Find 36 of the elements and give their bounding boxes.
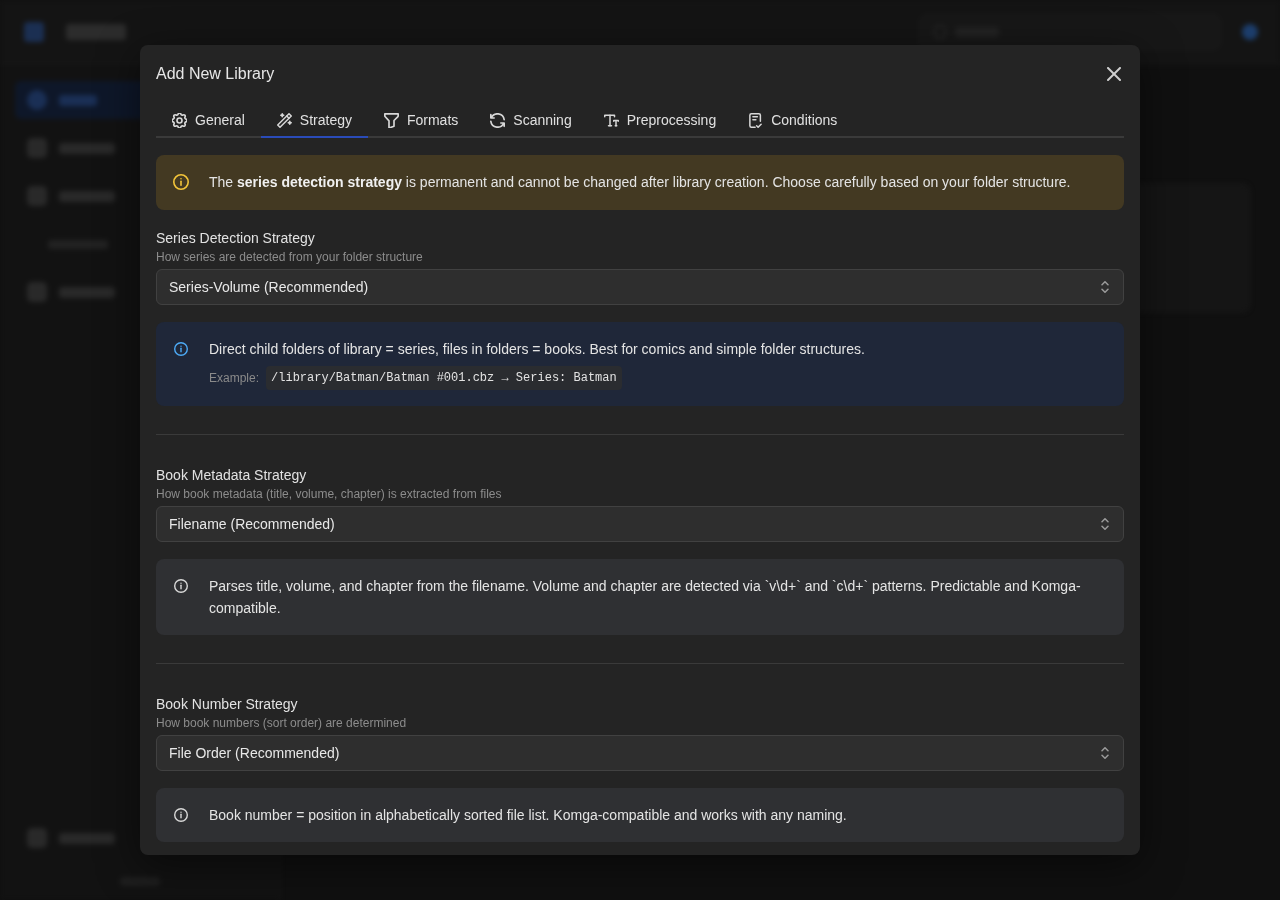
up-down-chevron-icon: [1101, 747, 1109, 759]
field-description: How series are detected from your folder structure: [156, 249, 424, 265]
refresh-icon: [490, 112, 506, 128]
info-icon: [174, 579, 188, 593]
document-check-icon: [748, 112, 764, 128]
tab[interactable]: General: [156, 103, 261, 138]
info-icon: [173, 174, 189, 190]
select-field[interactable]: Series-Volume (Recommended): [156, 269, 1124, 305]
up-down-chevron-icon: [1101, 518, 1109, 530]
tab[interactable]: Conditions: [732, 103, 854, 138]
info-text: Parses title, volume, and chapter from the filename. Volume and chapter are detected via `v\d+` and `c\d+` patterns. Predictable and Komga-compatible.: [209, 577, 1082, 618]
field-label: Book Metadata Strategy: [156, 466, 308, 484]
field-label: Book Number Strategy: [156, 695, 299, 713]
select-field[interactable]: Filename (Recommended): [156, 506, 1124, 542]
field-description: How book metadata (title, volume, chapter) is extracted from files: [156, 486, 503, 502]
info-icon: [174, 342, 188, 356]
tab[interactable]: Preprocessing: [587, 103, 733, 138]
funnel-icon: [383, 112, 399, 128]
code-snippet: /library/Batman/Batman #001.cbz → Series: Batman: [266, 366, 622, 390]
info-text: Direct child folders of library = series, files in folders = books. Best for comics and simple folder structures.: [209, 340, 865, 359]
tab[interactable]: Scanning: [474, 103, 588, 138]
text-size-icon: [603, 112, 619, 128]
select-field[interactable]: File Order (Recommended): [156, 735, 1124, 771]
magic-wand-icon: [276, 112, 292, 128]
example-label: Example:: [209, 371, 260, 385]
close-icon: [1107, 67, 1121, 81]
field-description: How book numbers (sort order) are determined: [156, 715, 408, 731]
tab[interactable]: Strategy: [260, 103, 368, 138]
info-icon: [174, 808, 188, 822]
tab[interactable]: Formats: [367, 103, 475, 138]
up-down-chevron-icon: [1101, 281, 1109, 293]
info-text: Book number = position in alphabetically sorted file list. Komga-compatible and works with any naming.: [209, 806, 847, 825]
dialog-title: Add New Library: [156, 65, 275, 83]
gear-icon: [172, 112, 187, 128]
field-label: Series Detection Strategy: [156, 229, 316, 247]
warning-text: The series detection strategy is permanent and cannot be changed after library creation. Choose carefully based on your folder structure.: [209, 173, 1071, 192]
